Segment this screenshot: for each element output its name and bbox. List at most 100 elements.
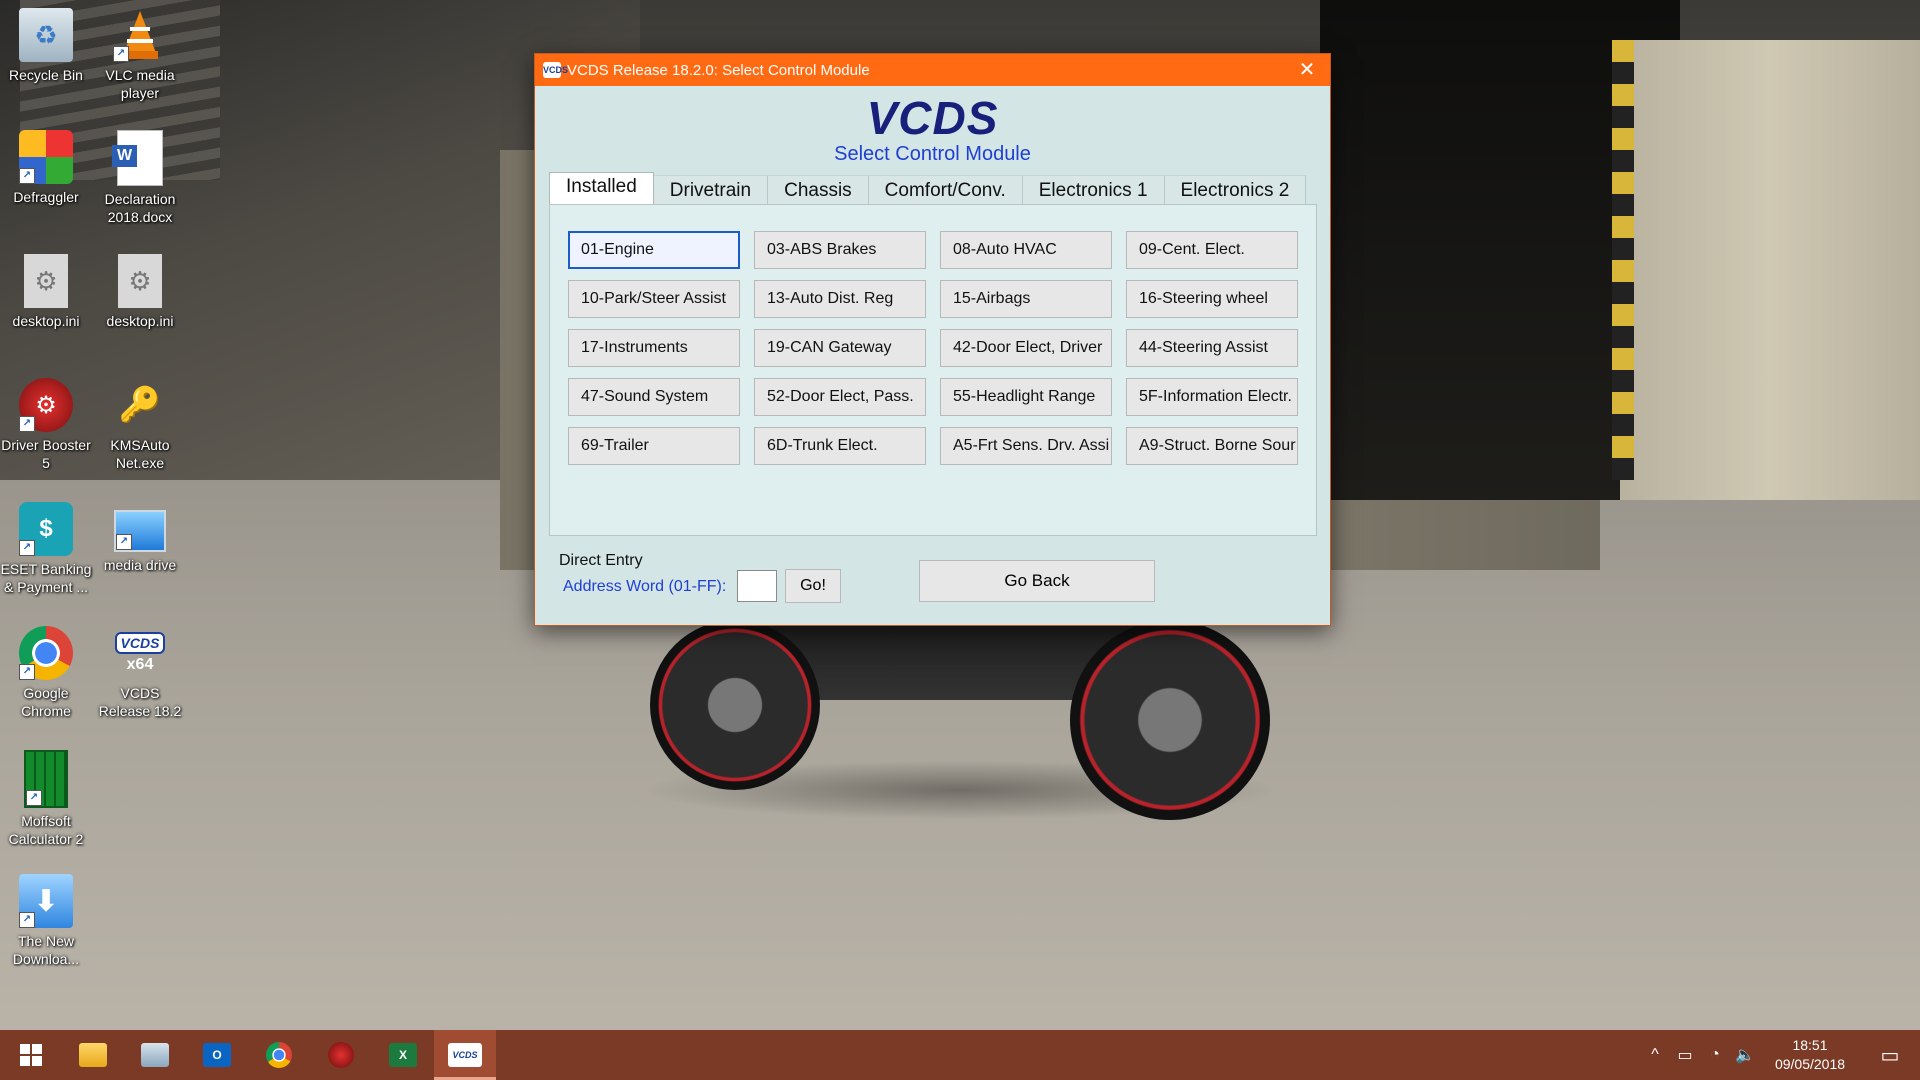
module-button-a9-struct-borne-sour[interactable]: A9-Struct. Borne Sour bbox=[1126, 427, 1298, 465]
shortcut-arrow-icon: ↗ bbox=[113, 46, 129, 62]
wifi-icon[interactable]: ◔ bbox=[1700, 1046, 1730, 1064]
module-button-17-instruments[interactable]: 17-Instruments bbox=[568, 329, 740, 367]
chrome-icon: ↗ bbox=[19, 626, 73, 680]
recycle-bin-icon: ♻ bbox=[19, 8, 73, 62]
folder-icon bbox=[141, 1043, 169, 1067]
battery-charging-icon[interactable]: ▭ bbox=[1670, 1045, 1700, 1065]
module-button-44-steering-assist[interactable]: 44-Steering Assist bbox=[1126, 329, 1298, 367]
desktop-icon-google-chrome[interactable]: ↗ Google Chrome bbox=[0, 626, 92, 720]
chrome-icon bbox=[266, 1042, 292, 1068]
volume-icon[interactable]: 🔈 bbox=[1730, 1045, 1760, 1065]
tab-installed[interactable]: Installed bbox=[549, 172, 654, 204]
desktop-icon-vcds[interactable]: VCDS x64 VCDS Release 18.2 bbox=[94, 626, 186, 720]
driver-booster-icon: ⚙ ↗ bbox=[19, 378, 73, 432]
file-explorer-icon bbox=[79, 1043, 107, 1067]
taskbar-chrome[interactable] bbox=[248, 1030, 310, 1080]
clock-date: 09/05/2018 bbox=[1774, 1056, 1846, 1072]
vcds-logo-block: VCDS Select Control Module bbox=[535, 94, 1330, 166]
module-button-69-trailer[interactable]: 69-Trailer bbox=[568, 427, 740, 465]
tab-electronics-2[interactable]: Electronics 2 bbox=[1164, 175, 1307, 204]
window-titlebar[interactable]: VCDS VCDS Release 18.2.0: Select Control… bbox=[535, 54, 1330, 86]
tab-electronics-1[interactable]: Electronics 1 bbox=[1022, 175, 1165, 204]
desktop-icon-media-drive[interactable]: ↗ media drive bbox=[94, 502, 186, 574]
desktop-icon-desktop-ini-1[interactable]: ⚙ desktop.ini bbox=[0, 254, 92, 330]
module-button-5f-information-electr[interactable]: 5F-Information Electr. bbox=[1126, 378, 1298, 416]
module-button-15-airbags[interactable]: 15-Airbags bbox=[940, 280, 1112, 318]
module-button-a5-frt-sens-drv-assi[interactable]: A5-Frt Sens. Drv. Assi bbox=[940, 427, 1112, 465]
taskbar-clock[interactable]: 18:51 09/05/2018 bbox=[1760, 1036, 1860, 1074]
desktop-icon-new-download[interactable]: ⬇ ↗ The New Downloa... bbox=[0, 874, 92, 968]
taskbar-file-explorer[interactable] bbox=[62, 1030, 124, 1080]
vcds-icon: VCDS x64 bbox=[113, 626, 167, 680]
module-button-grid: 01-Engine 03-ABS Brakes 08-Auto HVAC 09-… bbox=[568, 231, 1298, 465]
taskbar-excel[interactable]: X bbox=[372, 1030, 434, 1080]
tab-panel-installed: 01-Engine 03-ABS Brakes 08-Auto HVAC 09-… bbox=[549, 204, 1317, 536]
taskbar-folder[interactable] bbox=[124, 1030, 186, 1080]
settings-file-icon: ⚙ bbox=[118, 254, 162, 308]
vcds-icon: VCDS bbox=[448, 1043, 482, 1067]
start-button[interactable] bbox=[0, 1030, 62, 1080]
show-hidden-icons-chevron-icon[interactable]: ^ bbox=[1640, 1046, 1670, 1064]
module-button-13-auto-dist-reg[interactable]: 13-Auto Dist. Reg bbox=[754, 280, 926, 318]
module-button-6d-trunk-elect[interactable]: 6D-Trunk Elect. bbox=[754, 427, 926, 465]
module-button-09-cent-elect[interactable]: 09-Cent. Elect. bbox=[1126, 231, 1298, 269]
vlc-icon: ↗ bbox=[113, 8, 167, 62]
shortcut-arrow-icon: ↗ bbox=[19, 664, 35, 680]
address-word-input[interactable] bbox=[737, 570, 777, 602]
taskbar-outlook[interactable]: O bbox=[186, 1030, 248, 1080]
tab-chassis[interactable]: Chassis bbox=[768, 175, 869, 204]
desktop-icon-eset-banking[interactable]: $ ↗ ESET Banking & Payment ... bbox=[0, 502, 92, 596]
windows-start-icon bbox=[20, 1044, 42, 1066]
tab-drivetrain[interactable]: Drivetrain bbox=[653, 175, 769, 204]
module-button-19-can-gateway[interactable]: 19-CAN Gateway bbox=[754, 329, 926, 367]
module-button-55-headlight-range[interactable]: 55-Headlight Range bbox=[940, 378, 1112, 416]
wallpaper-hazard-stripes bbox=[1612, 40, 1634, 480]
module-button-10-park-steer-assist[interactable]: 10-Park/Steer Assist bbox=[568, 280, 740, 318]
download-icon: ⬇ ↗ bbox=[19, 874, 73, 928]
desktop-icon-recycle-bin[interactable]: ♻ Recycle Bin bbox=[0, 8, 92, 84]
module-button-08-auto-hvac[interactable]: 08-Auto HVAC bbox=[940, 231, 1112, 269]
vcds-app-icon: VCDS bbox=[543, 62, 568, 78]
taskbar-vcds[interactable]: VCDS bbox=[434, 1030, 496, 1080]
taskbar-driver-booster[interactable] bbox=[310, 1030, 372, 1080]
action-center-icon[interactable]: ▭ bbox=[1860, 1043, 1920, 1068]
desktop-icon-declaration-docx[interactable]: W Declaration 2018.docx bbox=[94, 130, 186, 226]
window-title: VCDS Release 18.2.0: Select Control Modu… bbox=[567, 61, 870, 79]
desktop-icon-moffsoft-calculator[interactable]: ↗ Moffsoft Calculator 2 bbox=[0, 750, 92, 848]
excel-icon: X bbox=[389, 1043, 417, 1067]
outlook-icon: O bbox=[203, 1043, 231, 1067]
computer-icon: ↗ bbox=[114, 510, 166, 552]
close-button[interactable]: ✕ bbox=[1284, 54, 1330, 86]
driver-booster-icon bbox=[328, 1042, 354, 1068]
kmsauto-icon: 🔑 bbox=[118, 386, 162, 424]
settings-file-icon: ⚙ bbox=[24, 254, 68, 308]
vcds-logo-text: VCDS bbox=[866, 92, 999, 144]
motorcycle-front-wheel bbox=[1070, 620, 1270, 820]
module-button-01-engine[interactable]: 01-Engine bbox=[568, 231, 740, 269]
direct-entry-label: Direct Entry bbox=[559, 552, 643, 569]
address-word-label: Address Word (01-FF): bbox=[563, 578, 727, 595]
desktop-icon-desktop-ini-2[interactable]: ⚙ desktop.ini bbox=[94, 254, 186, 330]
vcds-window: VCDS VCDS Release 18.2.0: Select Control… bbox=[534, 53, 1331, 626]
module-button-42-door-elect-driver[interactable]: 42-Door Elect, Driver bbox=[940, 329, 1112, 367]
wallpaper-open-door bbox=[1620, 40, 1920, 500]
go-back-button[interactable]: Go Back bbox=[919, 560, 1155, 602]
module-button-47-sound-system[interactable]: 47-Sound System bbox=[568, 378, 740, 416]
module-button-16-steering-wheel[interactable]: 16-Steering wheel bbox=[1126, 280, 1298, 318]
module-group-tabs: Installed Drivetrain Chassis Comfort/Con… bbox=[549, 172, 1307, 205]
taskbar: O X VCDS ^ ▭ ◔ 🔈 18:51 09/05/2018 ▭ bbox=[0, 1030, 1920, 1080]
x64-badge: x64 bbox=[126, 656, 154, 673]
module-button-03-abs-brakes[interactable]: 03-ABS Brakes bbox=[754, 231, 926, 269]
desktop-icon-defraggler[interactable]: ↗ Defraggler bbox=[0, 130, 92, 206]
desktop-icon-vlc[interactable]: ↗ VLC media player bbox=[94, 8, 186, 102]
go-button[interactable]: Go! bbox=[785, 569, 841, 603]
shortcut-arrow-icon: ↗ bbox=[26, 790, 42, 806]
eset-icon: $ ↗ bbox=[19, 502, 73, 556]
module-button-52-door-elect-pass[interactable]: 52-Door Elect, Pass. bbox=[754, 378, 926, 416]
defraggler-icon: ↗ bbox=[19, 130, 73, 184]
tab-comfort-conv[interactable]: Comfort/Conv. bbox=[868, 175, 1023, 204]
desktop-icon-kmsauto[interactable]: 🔑 KMSAuto Net.exe bbox=[94, 378, 186, 472]
desktop-icon-driver-booster[interactable]: ⚙ ↗ Driver Booster 5 bbox=[0, 378, 92, 472]
shortcut-arrow-icon: ↗ bbox=[116, 534, 132, 550]
clock-time: 18:51 bbox=[1792, 1037, 1828, 1053]
